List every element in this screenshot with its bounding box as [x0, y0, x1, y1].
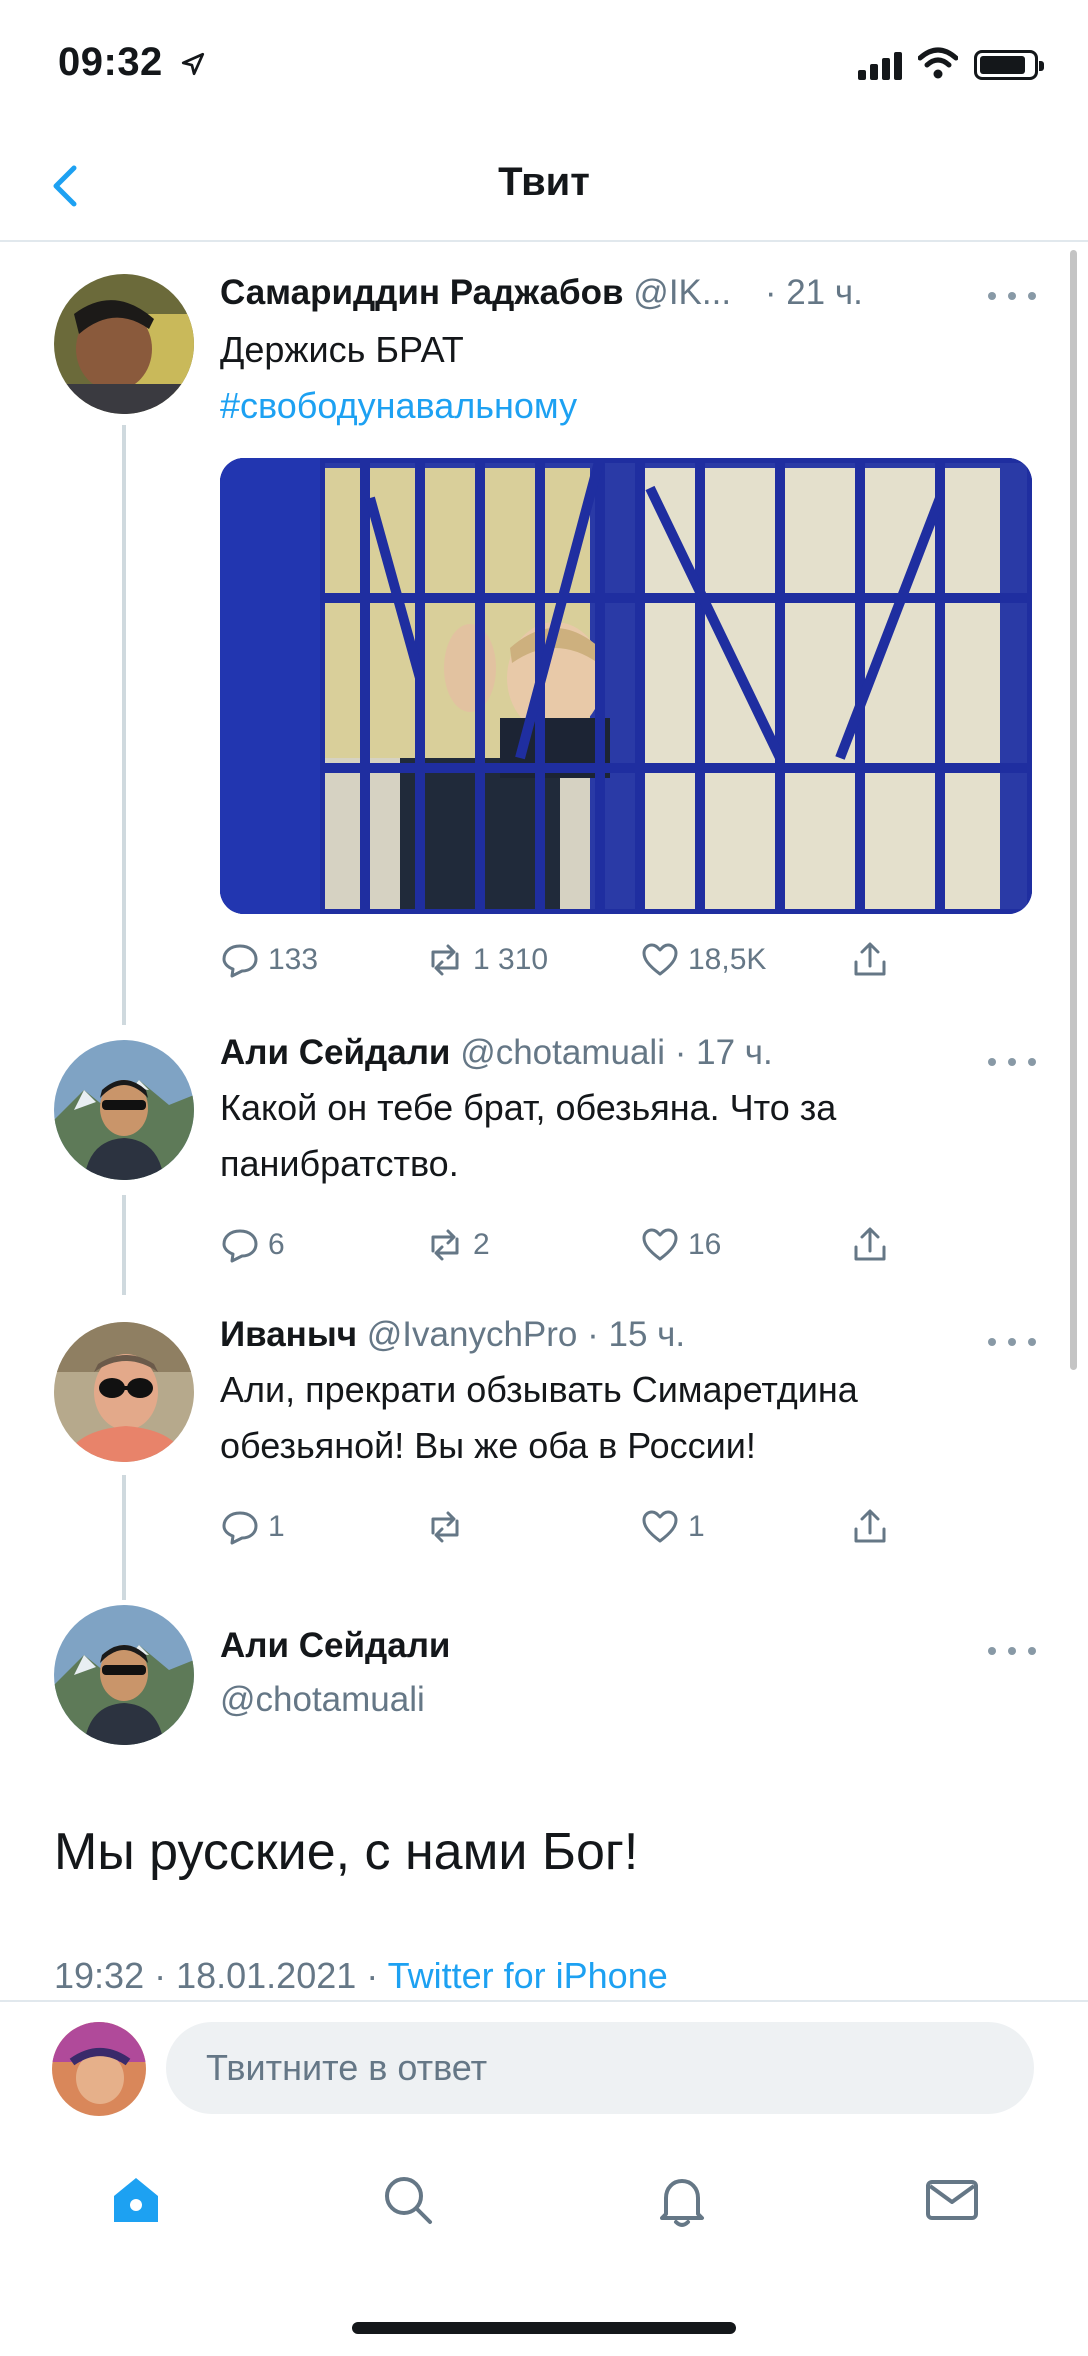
- tweet-header: Иваныч @IvanychPro · 15 ч.: [220, 1312, 1038, 1358]
- author-handle[interactable]: @IK...: [633, 273, 731, 312]
- reply-button[interactable]: 6: [220, 1220, 285, 1270]
- retweet-count: 2: [473, 1228, 490, 1261]
- reply-button[interactable]: 133: [220, 935, 318, 985]
- author-name[interactable]: Иваныч: [220, 1315, 357, 1354]
- share-icon: [854, 942, 886, 976]
- messages-envelope-icon[interactable]: [922, 2170, 982, 2230]
- tweet-time: · 21 ч.: [764, 273, 863, 312]
- like-count: 16: [688, 1228, 722, 1261]
- retweet-icon: [431, 1511, 459, 1543]
- page-title: Твит: [498, 160, 590, 204]
- tweet-actions: 1 1: [220, 1502, 920, 1552]
- reply-input[interactable]: Твитните в ответ: [166, 2022, 1034, 2114]
- nav-header: Твит: [0, 130, 1088, 242]
- thread-line: [122, 1475, 126, 1600]
- author-handle[interactable]: @IvanychPro: [367, 1315, 578, 1354]
- like-count: 1: [688, 1510, 705, 1543]
- battery-icon: [974, 50, 1044, 80]
- more-icon[interactable]: [988, 1647, 1038, 1659]
- tweet-time: · 17 ч.: [674, 1033, 773, 1072]
- retweet-count: 1 310: [473, 943, 549, 976]
- like-count: 18,5K: [688, 943, 767, 976]
- tweet-text-line: панибратство.: [220, 1143, 459, 1184]
- hashtag-link[interactable]: #свободунавальному: [220, 378, 1038, 434]
- source-link[interactable]: Twitter for iPhone: [388, 1955, 668, 1996]
- share-icon: [854, 1509, 886, 1543]
- author-handle[interactable]: @chotamuali: [460, 1033, 665, 1072]
- tweet-time: · 15 ч.: [587, 1315, 686, 1354]
- avatar[interactable]: [54, 1322, 194, 1462]
- tab-bar: [0, 2140, 1088, 2270]
- thread-line: [122, 1195, 126, 1295]
- status-time: 09:32: [58, 40, 206, 85]
- share-button[interactable]: [850, 935, 898, 985]
- avatar[interactable]: [54, 1040, 194, 1180]
- thread-line: [122, 425, 126, 1025]
- more-icon[interactable]: [988, 1338, 1038, 1350]
- home-icon[interactable]: [106, 2170, 166, 2230]
- wifi-icon: [918, 47, 958, 79]
- more-icon[interactable]: [988, 1058, 1038, 1070]
- retweet-button[interactable]: [425, 1502, 473, 1552]
- avatar[interactable]: [54, 274, 194, 414]
- like-button[interactable]: 1: [640, 1502, 705, 1552]
- tweet-actions: 133 1 310 18,5K: [220, 935, 920, 985]
- avatar[interactable]: [54, 1605, 194, 1745]
- retweet-icon: [431, 1229, 459, 1261]
- location-arrow-icon: [182, 53, 205, 76]
- like-button[interactable]: 18,5K: [640, 935, 766, 985]
- author-name[interactable]: Самариддин Раджабов: [220, 273, 624, 312]
- author-name[interactable]: Али Сейдали: [220, 1033, 450, 1072]
- retweet-icon: [431, 944, 459, 976]
- main-tweet-text: Мы русские, с нами Бог!: [54, 1823, 639, 1881]
- reply-icon: [222, 1229, 258, 1263]
- heart-icon: [642, 1510, 678, 1543]
- tweet-timestamp: 19:32 · 18.01.2021 ·: [54, 1955, 388, 1996]
- home-indicator[interactable]: [352, 2322, 736, 2334]
- tweet-photo[interactable]: [220, 458, 1032, 914]
- tweet-text-line: обезьяной! Вы же оба в России!: [220, 1425, 756, 1466]
- cellular-signal-icon: [858, 50, 904, 80]
- reply-icon: [222, 944, 258, 978]
- tweet-header: Самариддин Раджабов @IK... · 21 ч.: [220, 270, 1038, 316]
- tweet-meta: 19:32 · 18.01.2021 · Twitter for iPhone: [54, 1955, 668, 1997]
- status-bar: 09:32: [0, 0, 1088, 130]
- reply-count: 6: [268, 1228, 285, 1261]
- tweet-header: Али Сейдали @chotamuali · 17 ч.: [220, 1030, 1038, 1076]
- clock-text: 09:32: [58, 40, 163, 84]
- share-icon: [854, 1227, 886, 1261]
- reply-count: 1: [268, 1510, 285, 1543]
- search-icon[interactable]: [378, 2170, 438, 2230]
- tweet-text: Держись БРАТ: [220, 329, 464, 370]
- share-button[interactable]: [850, 1502, 898, 1552]
- scrollbar[interactable]: [1070, 250, 1077, 1370]
- heart-icon: [642, 1228, 678, 1261]
- notifications-bell-icon[interactable]: [652, 2170, 712, 2230]
- tweet-text-line: Какой он тебе брат, обезьяна. Что за: [220, 1087, 837, 1128]
- heart-icon: [642, 943, 678, 976]
- like-button[interactable]: 16: [640, 1220, 721, 1270]
- more-icon[interactable]: [988, 292, 1038, 304]
- tweet-actions: 6 2 16: [220, 1220, 920, 1270]
- retweet-button[interactable]: 1 310: [425, 935, 548, 985]
- reply-button[interactable]: 1: [220, 1502, 285, 1552]
- reply-icon: [222, 1511, 258, 1545]
- author-handle[interactable]: @chotamuali: [220, 1677, 1038, 1723]
- retweet-button[interactable]: 2: [425, 1220, 490, 1270]
- reply-bar: Твитните в ответ: [0, 2000, 1088, 2130]
- avatar[interactable]: [52, 2022, 146, 2116]
- share-button[interactable]: [850, 1220, 898, 1270]
- reply-count: 133: [268, 943, 319, 976]
- author-name[interactable]: Али Сейдали: [220, 1623, 1038, 1669]
- tweet-text-line: Али, прекрати обзывать Симаретдина: [220, 1369, 858, 1410]
